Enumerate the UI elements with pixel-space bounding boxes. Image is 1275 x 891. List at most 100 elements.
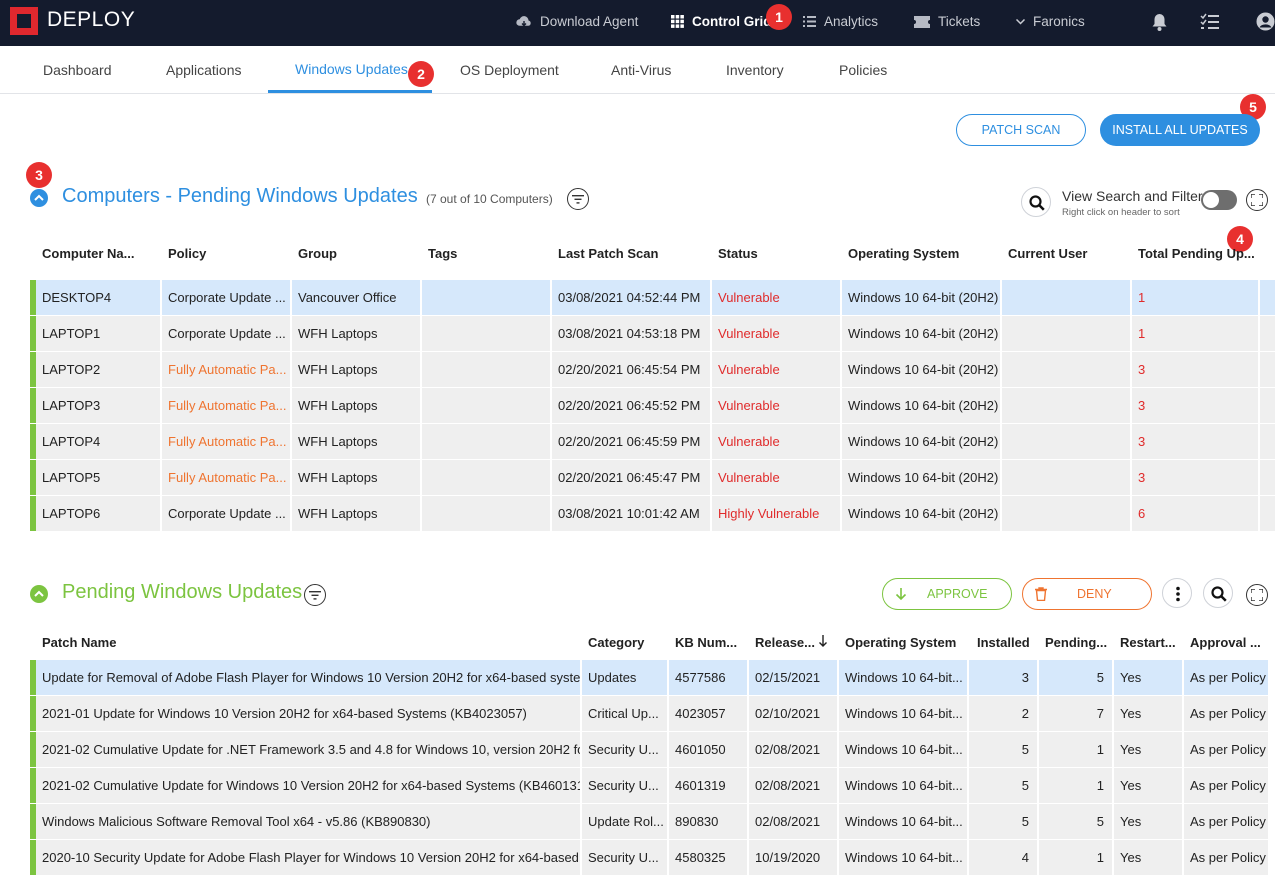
table-row[interactable]: Update for Removal of Adobe Flash Player… bbox=[30, 660, 1270, 695]
faronics-menu[interactable]: Faronics bbox=[1016, 14, 1085, 29]
theme-toggle[interactable] bbox=[1108, 12, 1124, 39]
deny-button[interactable]: DENY bbox=[1022, 578, 1152, 610]
cell-total-pending: 3 bbox=[1132, 424, 1260, 459]
column-header-status[interactable]: Status bbox=[718, 246, 836, 261]
tickets-link[interactable]: Tickets bbox=[914, 14, 980, 29]
cell-tags bbox=[422, 352, 552, 387]
updates-filter-button[interactable] bbox=[304, 584, 326, 606]
column-header-last-patch-scan[interactable]: Last Patch Scan bbox=[558, 246, 708, 261]
table-row[interactable]: 2021-02 Cumulative Update for .NET Frame… bbox=[30, 732, 1270, 767]
column-header-update-os[interactable]: Operating System bbox=[845, 635, 965, 650]
column-header-approval[interactable]: Approval ... bbox=[1190, 635, 1270, 650]
cell-policy: Fully Automatic Pa... bbox=[162, 460, 292, 495]
tasks-button[interactable] bbox=[1200, 13, 1219, 35]
tab-os-deployment[interactable]: OS Deployment bbox=[460, 62, 559, 78]
table-row[interactable]: LAPTOP6 Corporate Update ... WFH Laptops 03… bbox=[30, 496, 1275, 531]
updates-expand-button[interactable] bbox=[1246, 584, 1268, 606]
cell-status: Vulnerable bbox=[712, 280, 842, 315]
cell-pending: 1 bbox=[1039, 840, 1114, 875]
user-menu[interactable] bbox=[1256, 12, 1275, 36]
tab-policies[interactable]: Policies bbox=[839, 62, 887, 78]
analytics-link[interactable]: Analytics bbox=[803, 14, 878, 29]
cell-pending: 5 bbox=[1039, 804, 1114, 839]
patch-scan-button[interactable]: PATCH SCAN bbox=[956, 114, 1086, 146]
column-header-pending[interactable]: Pending... bbox=[1045, 635, 1111, 650]
search-icon bbox=[1029, 195, 1045, 211]
approve-label: APPROVE bbox=[927, 587, 988, 601]
column-header-current-user[interactable]: Current User bbox=[1008, 246, 1128, 261]
notifications-button[interactable] bbox=[1151, 13, 1168, 36]
column-header-release-date[interactable]: Release... bbox=[755, 635, 819, 650]
cell-release-date: 02/15/2021 bbox=[749, 660, 839, 695]
collapse-updates-button[interactable] bbox=[30, 585, 48, 603]
trash-icon bbox=[1035, 587, 1047, 601]
cell-approval: As per Policy bbox=[1184, 804, 1270, 839]
cell-installed: 5 bbox=[969, 732, 1039, 767]
moon-icon bbox=[1111, 13, 1121, 33]
tab-dashboard[interactable]: Dashboard bbox=[43, 62, 112, 78]
chevron-up-icon bbox=[34, 194, 44, 201]
cell-update-os: Windows 10 64-bit... bbox=[839, 696, 969, 731]
collapse-computers-button[interactable] bbox=[30, 189, 48, 207]
more-options-button[interactable] bbox=[1162, 578, 1192, 608]
computers-filter-button[interactable] bbox=[567, 188, 589, 210]
sort-down-icon[interactable] bbox=[818, 634, 828, 648]
approve-button[interactable]: APPROVE bbox=[882, 578, 1012, 610]
control-grid-link[interactable]: Control Grid bbox=[671, 14, 772, 29]
table-row[interactable]: LAPTOP3 Fully Automatic Pa... WFH Laptops 0… bbox=[30, 388, 1275, 423]
cell-status: Vulnerable bbox=[712, 460, 842, 495]
cell-current-user bbox=[1002, 352, 1132, 387]
column-header-operating-system[interactable]: Operating System bbox=[848, 246, 998, 261]
column-header-category[interactable]: Category bbox=[588, 635, 668, 650]
table-row[interactable]: LAPTOP4 Fully Automatic Pa... WFH Laptops 0… bbox=[30, 424, 1275, 459]
analytics-label: Analytics bbox=[824, 14, 879, 29]
cell-computer-name: LAPTOP2 bbox=[36, 352, 162, 387]
view-search-filter-toggle[interactable] bbox=[1201, 190, 1237, 210]
cell-installed: 5 bbox=[969, 804, 1039, 839]
download-agent-link[interactable]: Download Agent bbox=[516, 14, 638, 29]
tab-anti-virus[interactable]: Anti-Virus bbox=[611, 62, 671, 78]
column-header-group[interactable]: Group bbox=[298, 246, 416, 261]
column-header-patch-name[interactable]: Patch Name bbox=[42, 635, 572, 650]
table-row[interactable]: LAPTOP5 Fully Automatic Pa... WFH Laptops 0… bbox=[30, 460, 1275, 495]
table-row[interactable]: LAPTOP2 Fully Automatic Pa... WFH Laptops 0… bbox=[30, 352, 1275, 387]
column-header-policy[interactable]: Policy bbox=[168, 246, 286, 261]
cell-release-date: 02/08/2021 bbox=[749, 732, 839, 767]
tab-inventory[interactable]: Inventory bbox=[726, 62, 784, 78]
active-tab-indicator bbox=[268, 90, 432, 93]
table-row[interactable]: LAPTOP1 Corporate Update ... WFH Laptops 03… bbox=[30, 316, 1275, 351]
cell-policy: Corporate Update ... bbox=[162, 316, 292, 351]
table-row[interactable]: 2021-02 Cumulative Update for Windows 10… bbox=[30, 768, 1270, 803]
control-grid-label: Control Grid bbox=[692, 14, 772, 29]
cell-group: WFH Laptops bbox=[292, 460, 422, 495]
column-header-restart[interactable]: Restart... bbox=[1120, 635, 1182, 650]
table-row[interactable]: 2021-01 Update for Windows 10 Version 20… bbox=[30, 696, 1270, 731]
column-header-kb-number[interactable]: KB Num... bbox=[675, 635, 747, 650]
more-vertical-icon bbox=[1176, 586, 1180, 602]
cell-update-os: Windows 10 64-bit... bbox=[839, 768, 969, 803]
sort-hint: Right click on header to sort bbox=[1062, 207, 1180, 218]
cell-update-os: Windows 10 64-bit... bbox=[839, 732, 969, 767]
cell-operating-system: Windows 10 64-bit (20H2) bbox=[842, 316, 1002, 351]
cell-computer-name: LAPTOP5 bbox=[36, 460, 162, 495]
column-header-tags[interactable]: Tags bbox=[428, 246, 546, 261]
table-row[interactable]: Windows Malicious Software Removal Tool … bbox=[30, 804, 1270, 839]
install-all-updates-button[interactable]: INSTALL ALL UPDATES bbox=[1100, 114, 1260, 146]
expand-icon bbox=[1250, 588, 1263, 601]
column-header-installed[interactable]: Installed bbox=[977, 635, 1039, 650]
updates-search-button[interactable] bbox=[1203, 578, 1233, 608]
tab-applications[interactable]: Applications bbox=[166, 62, 242, 78]
table-row[interactable]: 2020-10 Security Update for Adobe Flash … bbox=[30, 840, 1270, 875]
logo bbox=[10, 7, 38, 35]
computers-expand-button[interactable] bbox=[1246, 189, 1268, 211]
column-header-total-pending-updates[interactable]: Total Pending Up... bbox=[1138, 246, 1254, 261]
cell-policy: Fully Automatic Pa... bbox=[162, 388, 292, 423]
cell-release-date: 02/10/2021 bbox=[749, 696, 839, 731]
bell-icon bbox=[1152, 14, 1167, 31]
table-row[interactable]: DESKTOP4 Corporate Update ... Vancouver Of… bbox=[30, 280, 1275, 315]
cell-tags bbox=[422, 388, 552, 423]
tab-windows-updates[interactable]: Windows Updates bbox=[295, 61, 408, 77]
cell-kb-number: 4601319 bbox=[669, 768, 749, 803]
column-header-computer-name[interactable]: Computer Na... bbox=[42, 246, 160, 261]
computers-search-button[interactable] bbox=[1021, 187, 1051, 217]
